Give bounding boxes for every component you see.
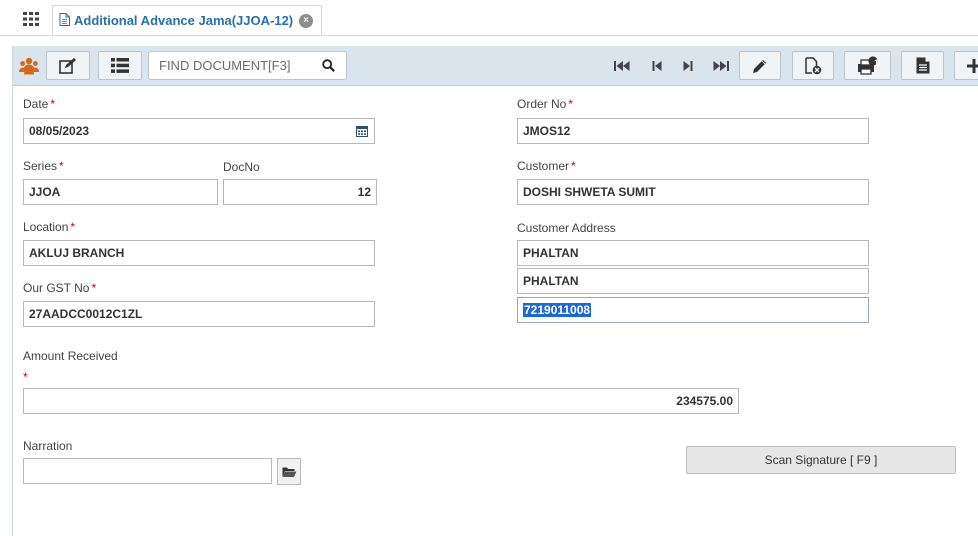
series-label: Series * [23,159,64,173]
add-new-button[interactable] [954,51,978,80]
find-document-box [148,51,347,80]
docno-label: DocNo [223,160,260,174]
date-value: 08/05/2023 [29,124,90,138]
order-no-label: Order No * [517,97,574,111]
series-field[interactable]: JJOA [23,179,218,205]
tab-label: Additional Advance Jama(JJOA-12) [74,13,294,28]
search-icon[interactable] [313,52,343,79]
amount-received-label: Amount Received [23,349,118,363]
customer-address-line3[interactable]: 7219011008 [517,297,869,323]
step-backward-icon [652,61,662,71]
edit-square-icon [59,57,76,74]
last-record-button[interactable] [710,56,732,76]
document-view-button[interactable] [901,51,944,80]
narration-label: Narration [23,439,73,453]
file-text-icon [916,57,929,74]
folder-browse-button[interactable] [277,458,301,485]
scan-signature-button[interactable]: Scan Signature [ F9 ] [686,446,956,474]
date-field[interactable]: 08/05/2023 [23,118,375,144]
customer-address-line2[interactable]: PHALTAN [517,268,869,294]
location-field[interactable]: AKLUJ BRANCH [23,240,375,266]
customer-label: Customer * [517,159,576,173]
edit-button[interactable] [739,51,781,80]
location-label: Location * [23,220,76,234]
step-forward-icon [683,61,693,71]
pencil-icon [753,59,766,73]
date-label: Date * [23,97,56,111]
delete-file-icon [805,56,822,74]
edit-square-button[interactable] [46,51,90,80]
amount-required-marker: * [23,370,28,384]
folder-open-icon [282,467,296,477]
customer-field[interactable]: DOSHI SHWETA SUMIT [517,179,869,205]
first-record-button[interactable] [611,56,633,76]
delete-document-button[interactable] [792,51,834,80]
next-record-button[interactable] [677,56,699,76]
calendar-icon[interactable] [356,125,368,140]
skip-last-icon [713,61,729,71]
amount-received-field[interactable]: 234575.00 [23,388,739,414]
print-count-badge: 1 [873,58,879,68]
close-icon[interactable]: × [299,13,314,28]
gst-field[interactable]: 27AADCC0012C1ZL [23,301,375,327]
users-group-icon[interactable] [18,54,40,78]
list-icon [111,58,129,73]
skip-first-icon [614,61,630,71]
docno-field[interactable]: 12 [223,179,377,205]
previous-record-button[interactable] [646,56,668,76]
customer-address-label: Customer Address [517,221,616,235]
customer-address-line1[interactable]: PHALTAN [517,240,869,266]
print-button[interactable]: 1 [844,51,891,80]
toolbar: 1 [13,46,978,86]
find-document-input[interactable] [149,52,313,79]
narration-field[interactable] [23,458,272,484]
order-no-field[interactable]: JMOS12 [517,118,869,144]
top-bar: Additional Advance Jama(JJOA-12) × [0,0,978,36]
plus-icon [967,58,978,73]
tab-additional-advance-jama[interactable]: Additional Advance Jama(JJOA-12) × [52,5,323,35]
gst-label: Our GST No * [23,281,97,295]
selected-phone-text: 7219011008 [523,303,592,317]
apps-grid-icon[interactable] [14,6,48,32]
list-view-button[interactable] [98,51,142,80]
document-icon [59,12,70,29]
